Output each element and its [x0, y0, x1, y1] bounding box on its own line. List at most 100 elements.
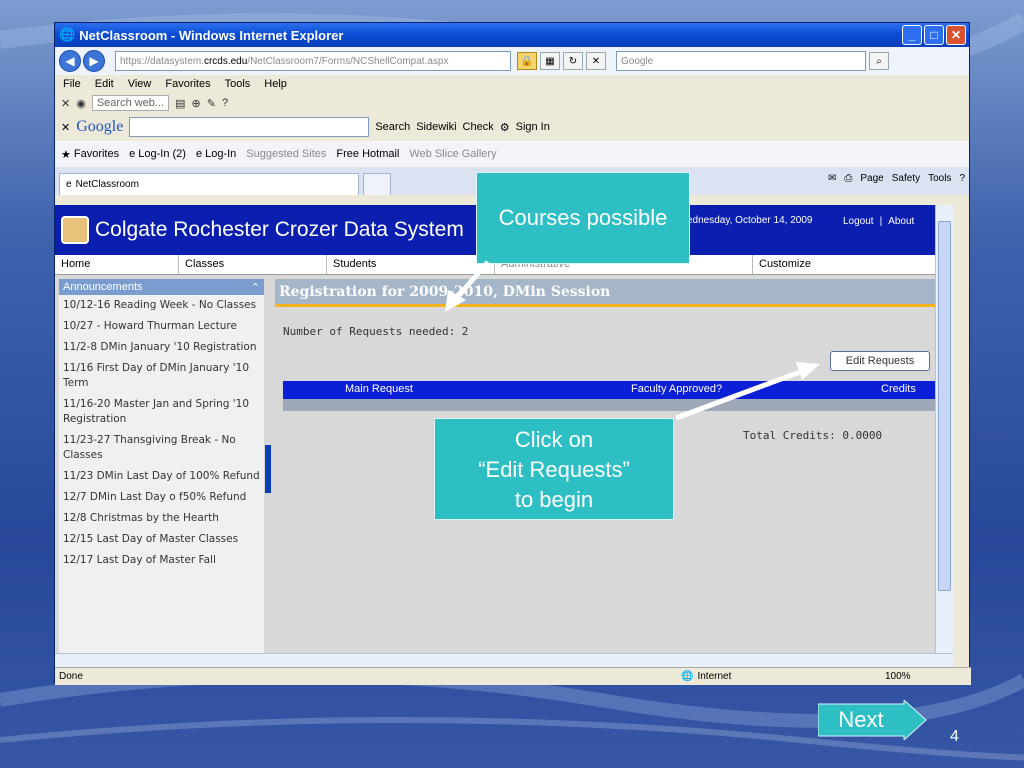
callout-line: Click on: [514, 427, 594, 452]
announcement-item[interactable]: 11/16-20 Master Jan and Spring '10 Regis…: [59, 394, 264, 430]
requests-table-row: [283, 399, 953, 411]
maximize-button[interactable]: □: [924, 25, 944, 45]
google-search-input[interactable]: [129, 117, 370, 137]
page-icon: e: [129, 148, 136, 160]
menu-view[interactable]: View: [128, 78, 152, 90]
menu-file[interactable]: File: [63, 78, 81, 90]
announcement-item[interactable]: 10/27 - Howard Thurman Lecture: [59, 316, 264, 337]
about-link[interactable]: About: [888, 216, 914, 227]
lock-icon[interactable]: 🔒: [517, 52, 537, 70]
toolbar-logo-icon[interactable]: ◉: [76, 97, 86, 110]
cmd-safety[interactable]: Safety: [892, 173, 920, 184]
favorites-button[interactable]: ★ Favorites: [61, 148, 119, 161]
announcement-item[interactable]: 11/16 First Day of DMin January '10 Term: [59, 358, 264, 394]
next-button[interactable]: Next: [817, 698, 930, 742]
command-bar: ✉ ⎙ Page Safety Tools ?: [828, 173, 965, 184]
menu-favorites[interactable]: Favorites: [165, 78, 210, 90]
announcement-item[interactable]: 12/17 Last Day of Master Fall: [59, 550, 264, 571]
announcements-header[interactable]: Announcements ⌃: [59, 279, 264, 295]
zoom-level[interactable]: 100%: [885, 671, 911, 682]
search-icon[interactable]: ⌕: [869, 52, 889, 70]
stop-icon[interactable]: ✕: [586, 52, 606, 70]
announcement-item[interactable]: 11/2-8 DMin January '10 Registration: [59, 337, 264, 358]
tab-netclassroom[interactable]: e NetClassroom: [59, 173, 359, 195]
status-text: Done: [59, 671, 83, 682]
globe-icon: 🌐: [681, 671, 694, 682]
horizontal-scrollbar[interactable]: [55, 653, 953, 667]
announcement-item[interactable]: 10/12-16 Reading Week - No Classes: [59, 295, 264, 316]
fav-item-suggested[interactable]: Suggested Sites: [246, 148, 326, 160]
tool-icon[interactable]: ▤: [175, 97, 185, 110]
highlight-icon[interactable]: ✎: [207, 97, 216, 110]
url-path: /NetClassroom7/Forms/NCShellCompat.aspx: [247, 55, 449, 67]
slide-number: 4: [950, 728, 959, 745]
panel-splitter[interactable]: [265, 445, 271, 493]
menu-bar: File Edit View Favorites Tools Help: [55, 75, 969, 93]
favorites-label: Favorites: [73, 148, 120, 160]
google-search-button[interactable]: Search: [375, 121, 410, 133]
url-prefix: https://datasystem.: [120, 55, 204, 67]
feed-icon[interactable]: ✉: [828, 173, 836, 184]
print-icon[interactable]: ⎙: [844, 173, 852, 184]
compat-view-icon[interactable]: ▦: [540, 52, 560, 70]
fav-item-login2[interactable]: e Log-In (2): [129, 148, 186, 160]
google-signin-button[interactable]: Sign In: [516, 121, 550, 133]
google-sidewiki-button[interactable]: Sidewiki: [416, 121, 456, 133]
announcements-title: Announcements: [63, 281, 143, 293]
page-icon: e: [66, 179, 72, 190]
scroll-thumb[interactable]: [938, 221, 951, 591]
menu-edit[interactable]: Edit: [95, 78, 114, 90]
address-bar[interactable]: https://datasystem. crcds.edu /NetClassr…: [115, 51, 511, 71]
edit-requests-button[interactable]: Edit Requests: [830, 351, 930, 371]
col-main-request: Main Request: [345, 383, 413, 395]
fav-item-webslice[interactable]: Web Slice Gallery: [409, 148, 496, 160]
fav-label: Web Slice Gallery: [409, 148, 497, 160]
site-date: ednesday, October 14, 2009: [687, 215, 813, 226]
fav-item-login[interactable]: e Log-In: [196, 148, 236, 160]
menu-help[interactable]: Help: [264, 78, 287, 90]
new-tab-button[interactable]: [363, 173, 391, 195]
col-credits: Credits: [881, 383, 916, 395]
ie-icon: 🌐: [59, 27, 76, 42]
callout-line: “Edit Requests”: [478, 457, 630, 482]
settings-icon[interactable]: ⚙: [500, 121, 510, 134]
nav-customize[interactable]: Customize: [753, 255, 943, 274]
fav-item-hotmail[interactable]: Free Hotmail: [336, 148, 399, 160]
callout-courses-possible: Courses possible: [476, 172, 690, 264]
announcement-item[interactable]: 12/8 Christmas by the Hearth: [59, 508, 264, 529]
nav-classes[interactable]: Classes: [179, 255, 327, 274]
logout-link[interactable]: Logout: [843, 216, 874, 227]
zone-label: Internet: [697, 671, 732, 682]
announcement-item[interactable]: 12/15 Last Day of Master Classes: [59, 529, 264, 550]
cmd-page[interactable]: Page: [860, 173, 883, 184]
cmd-tools[interactable]: Tools: [928, 173, 951, 184]
close-google-toolbar-icon[interactable]: ✕: [61, 121, 70, 134]
announcement-item[interactable]: 11/23 DMin Last Day of 100% Refund: [59, 466, 264, 487]
collapse-icon[interactable]: ⌃: [251, 281, 260, 294]
star-icon: ★: [61, 148, 71, 161]
col-faculty-approved: Faculty Approved?: [631, 383, 723, 395]
address-row: ◀ ▶ https://datasystem. crcds.edu /NetCl…: [55, 47, 969, 75]
close-button[interactable]: ✕: [946, 25, 966, 45]
google-check-button[interactable]: Check: [463, 121, 494, 133]
close-toolbar-icon[interactable]: ✕: [61, 97, 70, 110]
search-web-input[interactable]: Search web...: [91, 95, 170, 111]
requests-needed: Number of Requests needed: 2: [283, 325, 469, 338]
google-toolbar: ✕ Google Search Sidewiki Check ⚙ Sign In: [55, 113, 969, 141]
forward-icon[interactable]: ▶: [83, 50, 105, 72]
minimize-button[interactable]: _: [902, 25, 922, 45]
add-icon[interactable]: ⊕: [192, 97, 201, 110]
nav-students[interactable]: Students: [327, 255, 495, 274]
announcement-item[interactable]: 12/7 DMin Last Day o f50% Refund: [59, 487, 264, 508]
search-input[interactable]: Google: [616, 51, 866, 71]
refresh-icon[interactable]: ↻: [563, 52, 583, 70]
menu-tools[interactable]: Tools: [225, 78, 251, 90]
back-icon[interactable]: ◀: [59, 50, 81, 72]
nav-home[interactable]: Home: [55, 255, 179, 274]
help-icon[interactable]: ?: [959, 173, 965, 184]
favorites-bar: ★ Favorites e Log-In (2) e Log-In Suggested…: [55, 141, 969, 167]
callout-click-edit: Click on “Edit Requests” to begin: [434, 418, 674, 520]
info-icon[interactable]: ?: [222, 97, 228, 109]
announcement-item[interactable]: 11/23-27 Thansgiving Break - No Classes: [59, 430, 264, 466]
vertical-scrollbar[interactable]: [935, 205, 953, 653]
